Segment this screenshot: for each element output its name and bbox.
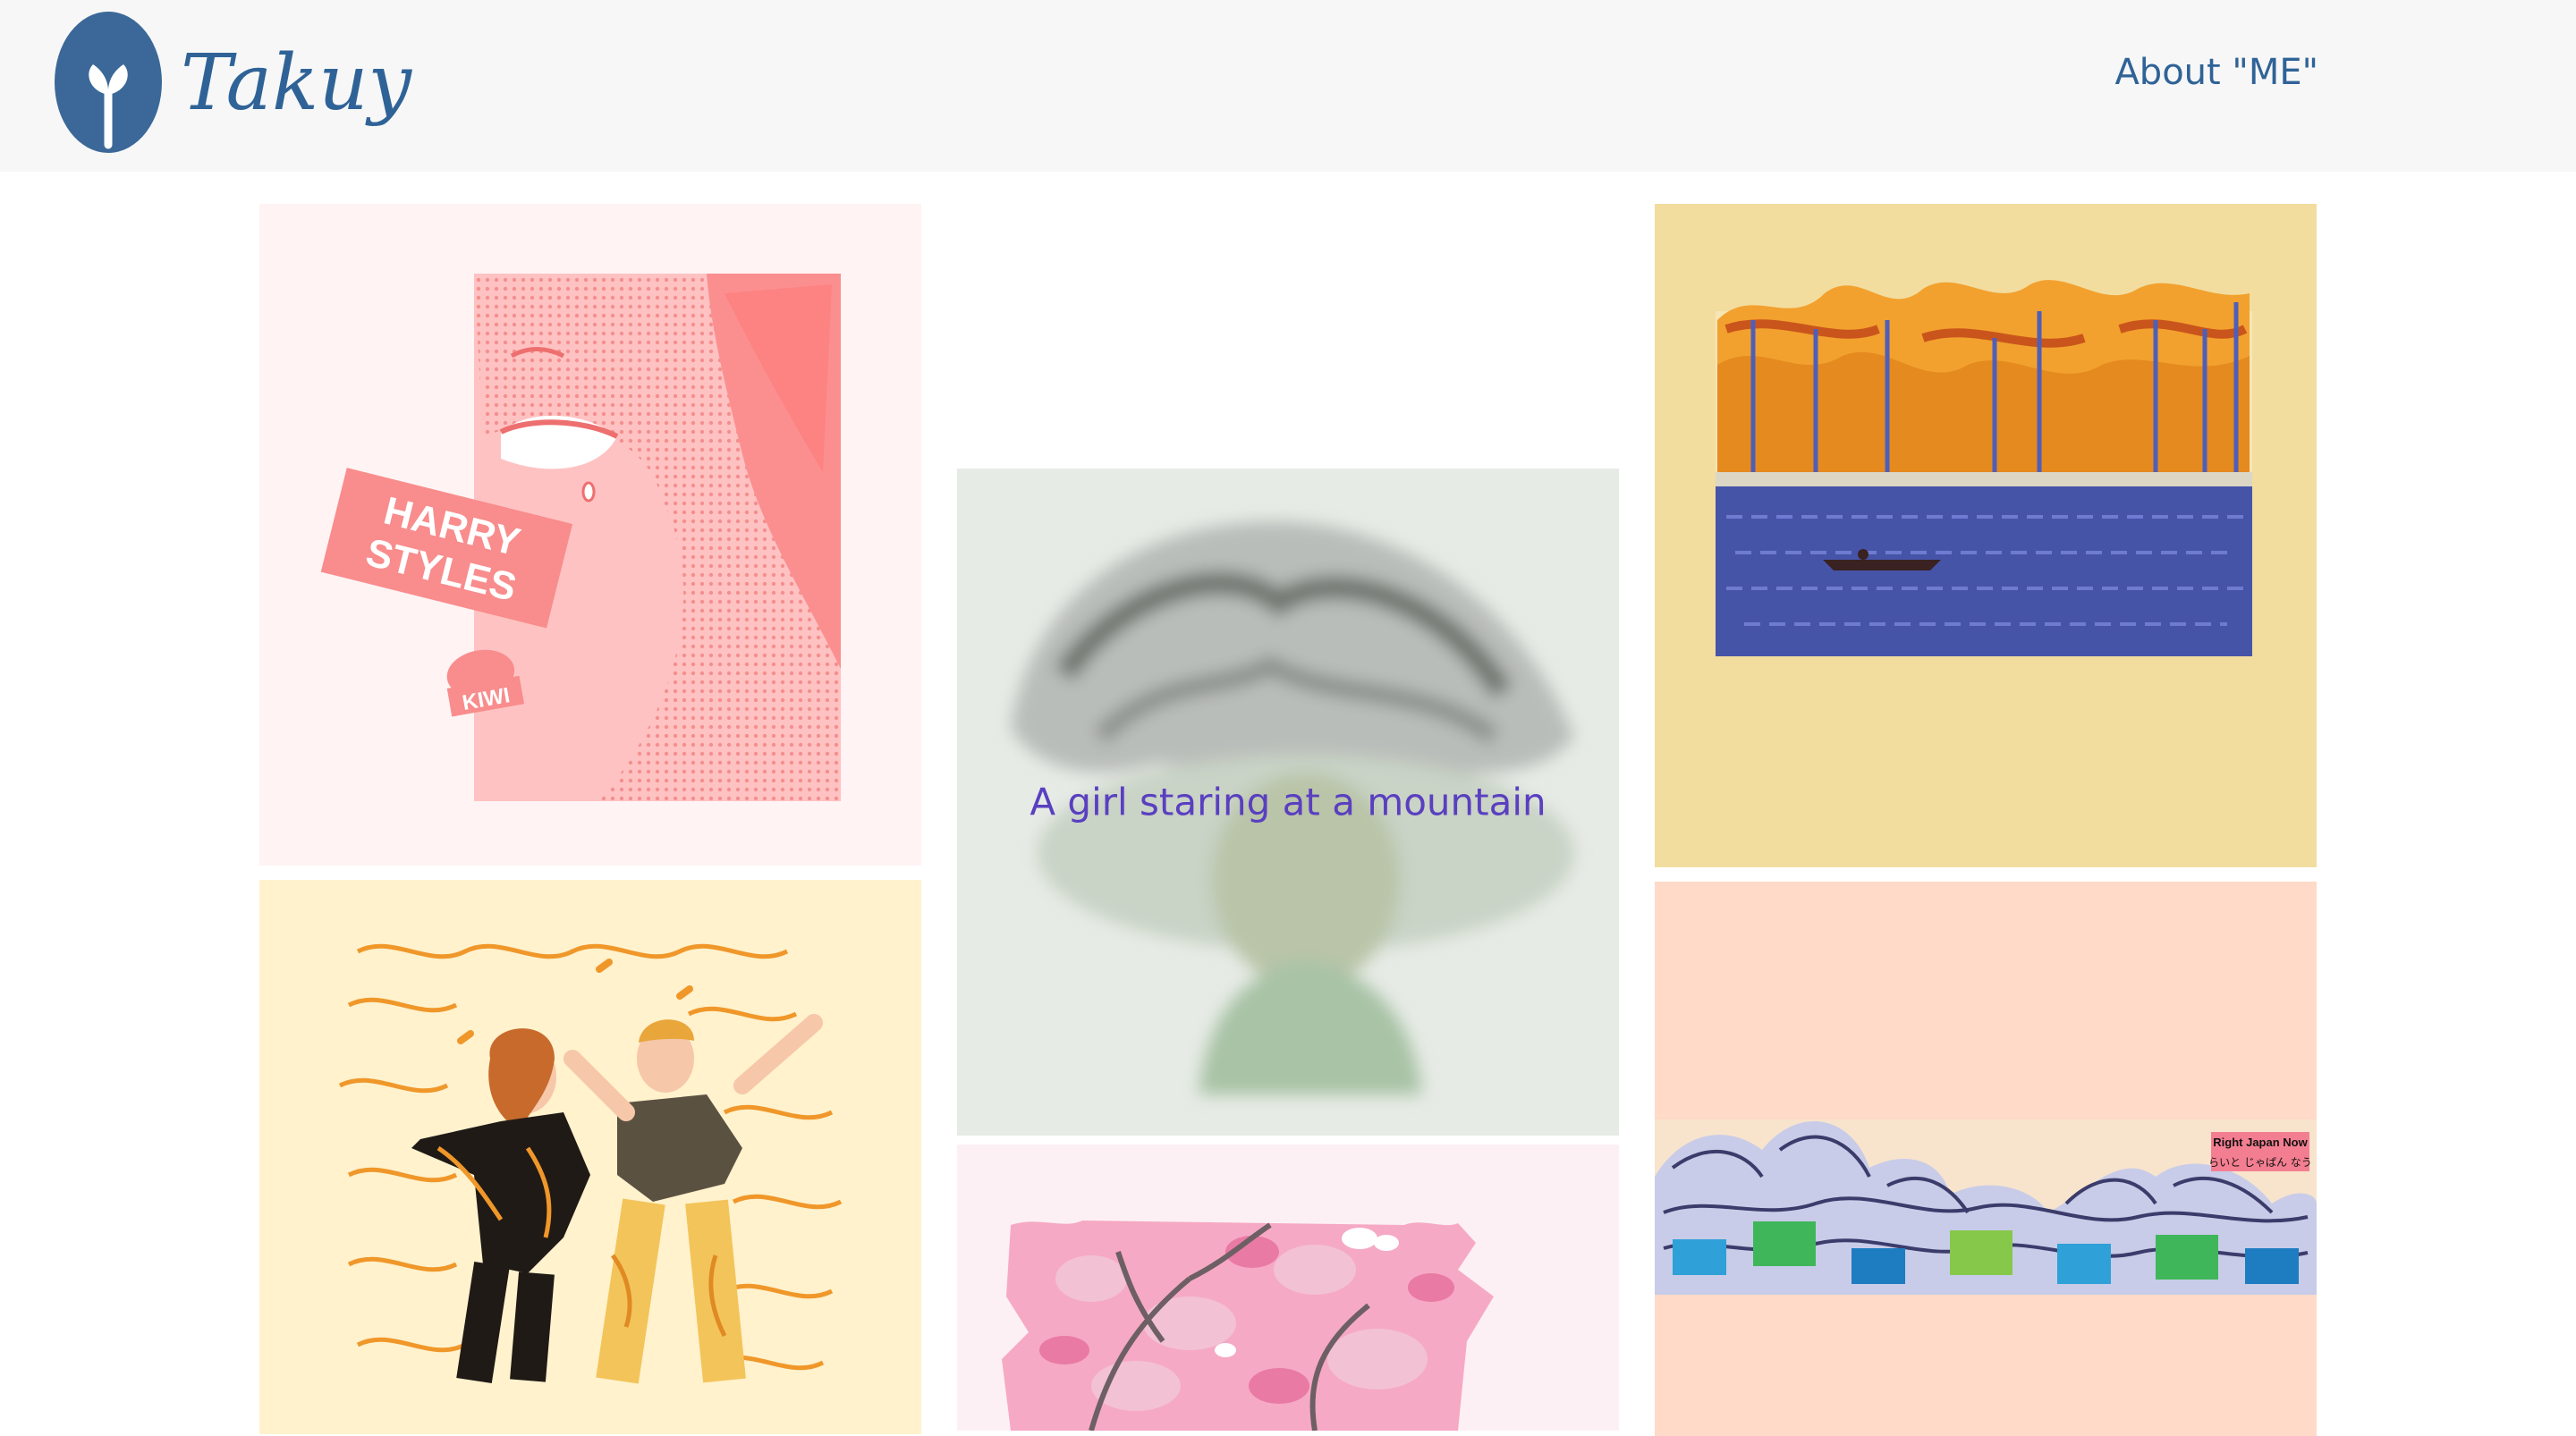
sakura-artwork <box>1002 1221 1494 1431</box>
gallery-item-autumn-lake[interactable] <box>1655 204 2317 867</box>
svg-text:Right Japan Now: Right Japan Now <box>2213 1136 2308 1149</box>
gallery-item-dancing-couple[interactable] <box>259 880 921 1434</box>
sprout-logo-icon <box>55 12 162 153</box>
site-header: Takuya About "ME" <box>0 0 2576 172</box>
svg-text:らいと じゃぱん なう: らいと じゃぱん なう <box>2208 1156 2312 1169</box>
dancing-couple-artwork <box>338 943 843 1384</box>
gallery-item-girl-mountain[interactable]: A girl staring at a mountain <box>957 469 1619 1136</box>
nav-about-link[interactable]: About "ME" <box>2114 52 2318 93</box>
harry-styles-artwork: HARRY STYLES KIWI <box>320 274 841 801</box>
gallery-item-sakura[interactable] <box>957 1145 1619 1431</box>
gallery-item-right-japan-now[interactable]: Right Japan Now らいと じゃぱん なう <box>1655 882 2317 1436</box>
svg-text:Takuya: Takuya <box>181 38 413 128</box>
right-japan-now-artwork: Right Japan Now らいと じゃぱん なう <box>1655 1119 2317 1295</box>
artwork-title: A girl staring at a mountain <box>1030 780 1546 824</box>
gallery-item-harry-styles[interactable]: HARRY STYLES KIWI <box>259 204 921 866</box>
logo-wordmark: Takuya <box>181 38 413 128</box>
autumn-lake-artwork <box>1716 280 2252 656</box>
